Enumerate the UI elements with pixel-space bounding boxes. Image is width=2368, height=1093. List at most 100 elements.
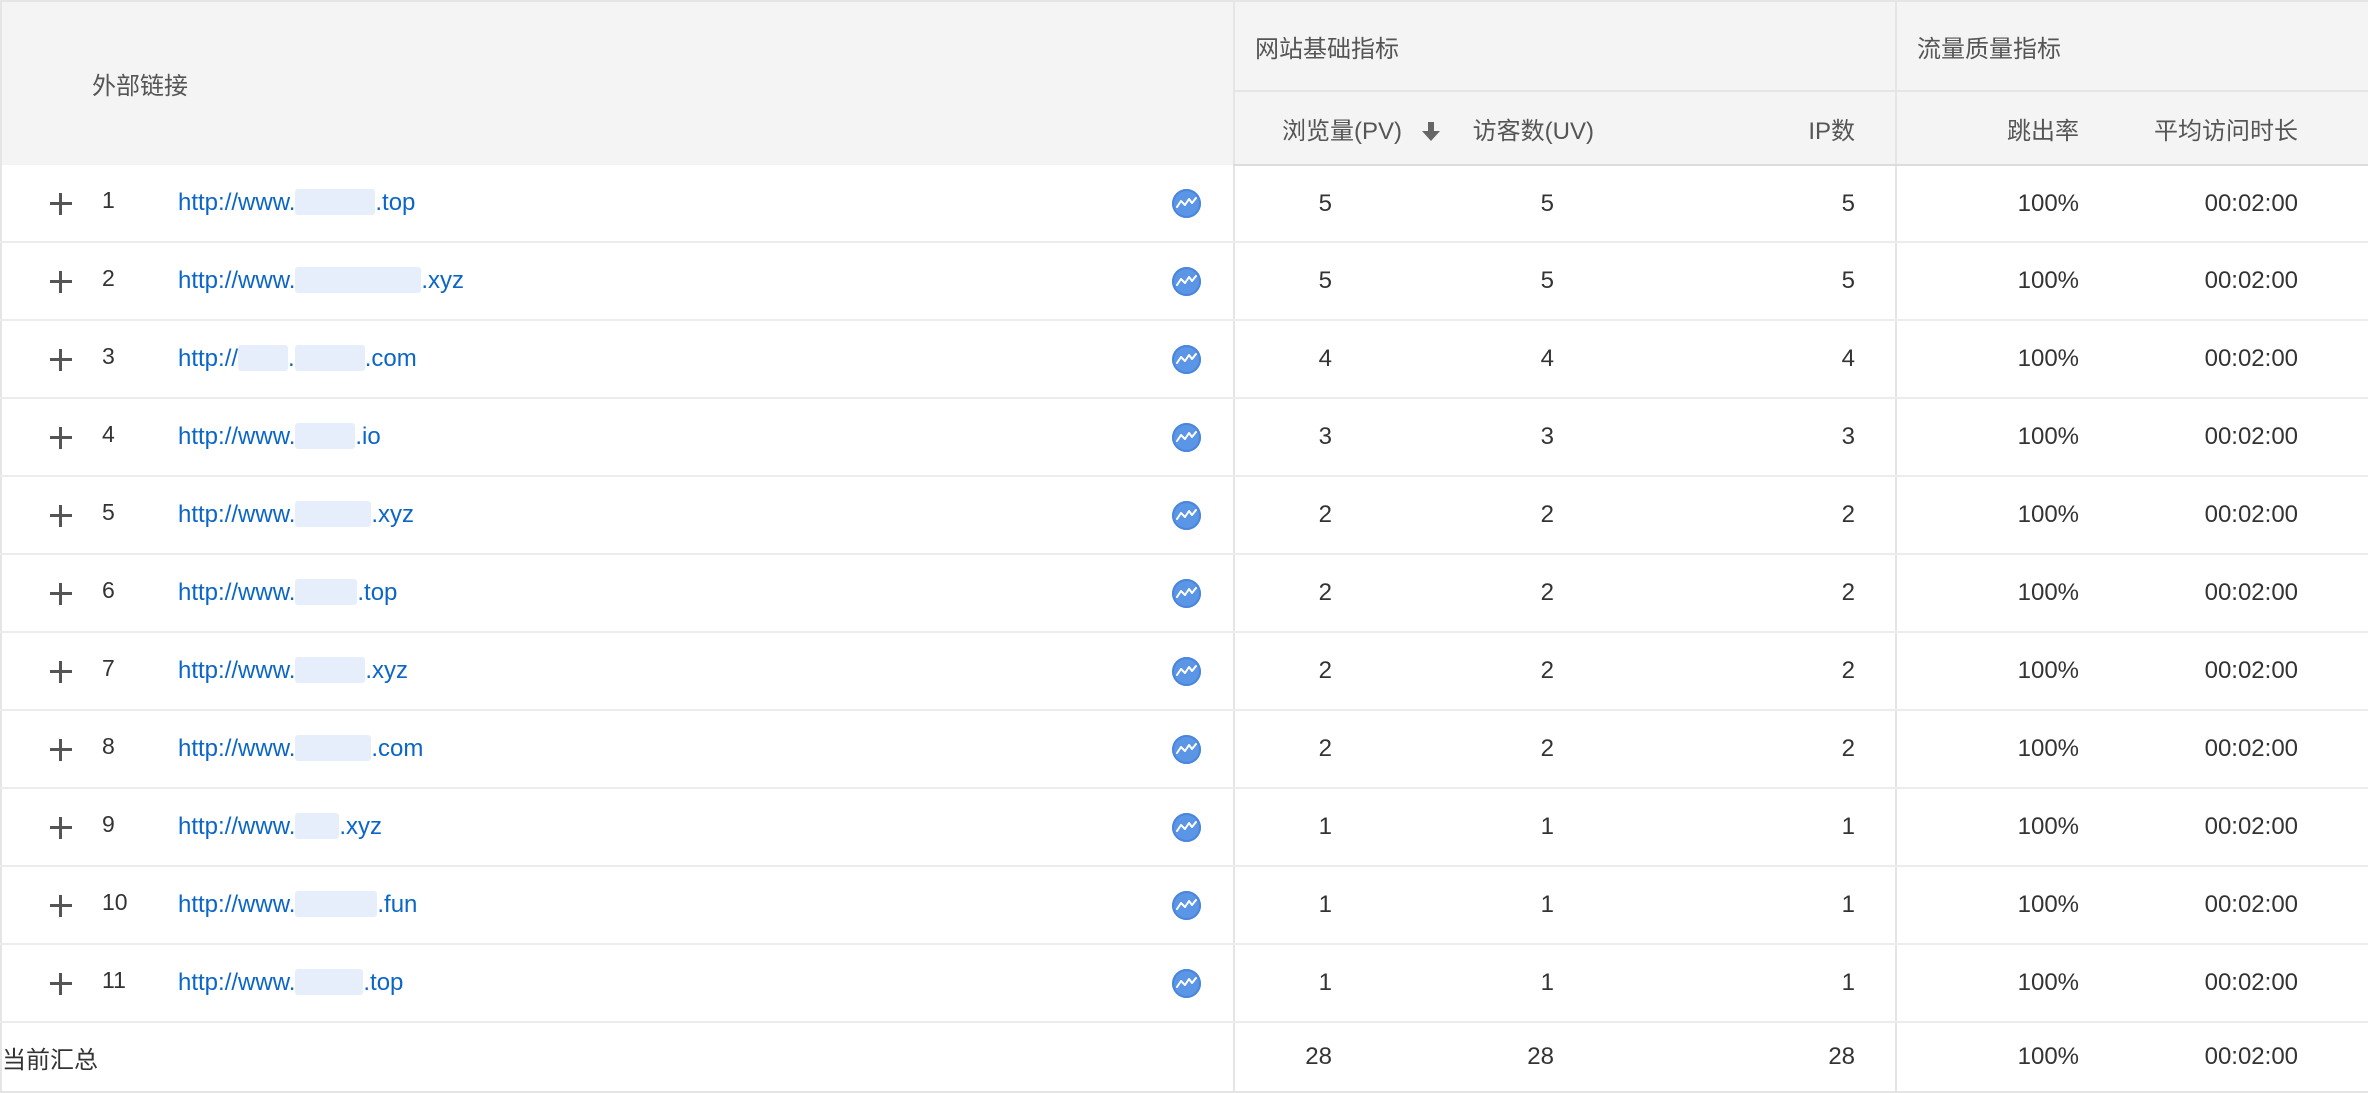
link-cell: 7 http://www. .xyz — [0, 632, 1234, 711]
header-external-link: 外部链接 — [0, 0, 1234, 165]
cell-ip: 4 — [1664, 320, 1897, 399]
cell-ip: 5 — [1664, 165, 1897, 243]
url-prefix: http://www. — [178, 813, 296, 840]
trend-chart-icon[interactable] — [1172, 267, 1201, 296]
expand-plus-icon[interactable] — [50, 427, 72, 449]
trend-chart-icon[interactable] — [1172, 579, 1201, 608]
header-avg-duration[interactable]: 平均访问时长 — [2137, 90, 2368, 166]
expand-plus-icon[interactable] — [50, 973, 72, 995]
row-rank: 10 — [102, 889, 128, 915]
header-uv[interactable]: 访客数(UV) — [1464, 90, 1664, 166]
cell-bounce-rate: 100% — [1895, 866, 2138, 945]
cell-pv: 1 — [1233, 788, 1464, 867]
external-link-url[interactable]: http://www. .com — [178, 735, 423, 763]
header-bounce-rate[interactable]: 跳出率 — [1895, 90, 2138, 166]
trend-chart-glyph — [1176, 509, 1197, 520]
expand-plus-icon[interactable] — [50, 271, 72, 293]
trend-chart-glyph — [1176, 665, 1197, 676]
url-prefix: http://www. — [178, 969, 296, 996]
trend-chart-icon[interactable] — [1172, 891, 1201, 920]
expand-plus-icon[interactable] — [50, 349, 72, 371]
expand-plus-icon[interactable] — [50, 583, 72, 605]
cell-uv: 3 — [1464, 398, 1664, 477]
trend-chart-icon[interactable] — [1172, 189, 1201, 218]
trend-chart-icon[interactable] — [1172, 657, 1201, 686]
masked-domain — [295, 423, 356, 449]
expand-plus-icon[interactable] — [50, 661, 72, 683]
row-rank: 8 — [102, 733, 115, 759]
expand-plus-icon[interactable] — [50, 739, 72, 761]
cell-bounce-rate: 100% — [1895, 398, 2138, 477]
trend-chart-glyph — [1176, 197, 1197, 208]
cell-uv: 5 — [1464, 242, 1664, 321]
url-prefix: http://www. — [178, 579, 296, 606]
cell-ip: 2 — [1664, 632, 1897, 711]
external-link-url[interactable]: http://www. .xyz — [178, 267, 464, 295]
row-rank: 4 — [102, 421, 115, 447]
external-link-url[interactable]: http://www. .top — [178, 579, 397, 607]
url-suffix: .xyz — [371, 501, 415, 528]
link-cell: 5 http://www. .xyz — [0, 476, 1234, 555]
external-link-url[interactable]: http://www. .top — [178, 189, 415, 217]
link-cell: 10 http://www. .fun — [0, 866, 1234, 945]
masked-domain — [295, 657, 366, 683]
table-row: 1 http://www. .top 5 5 5 100% 00:02:00 — [0, 165, 2368, 243]
link-cell-inner: 1 http://www. .top — [2, 165, 1233, 241]
link-cell-inner: 6 http://www. .top — [2, 555, 1233, 631]
total-pv: 28 — [1233, 1022, 1464, 1093]
sort-desc-arrow-icon[interactable] — [1422, 121, 1440, 142]
external-link-url[interactable]: http://www. .xyz — [178, 657, 408, 685]
cell-bounce-rate: 100% — [1895, 944, 2138, 1023]
external-link-url[interactable]: http://www. .xyz — [178, 813, 382, 841]
masked-domain — [294, 345, 365, 371]
table-row: 2 http://www. .xyz 5 5 5 100% 00:02:00 — [0, 242, 2368, 321]
trend-chart-icon[interactable] — [1172, 969, 1201, 998]
total-avg-duration: 00:02:00 — [2137, 1022, 2368, 1093]
cell-pv: 4 — [1233, 320, 1464, 399]
cell-pv: 1 — [1233, 944, 1464, 1023]
external-link-url[interactable]: http://www. .io — [178, 423, 381, 451]
cell-uv: 2 — [1464, 632, 1664, 711]
cell-uv: 2 — [1464, 476, 1664, 555]
external-link-url[interactable]: http://www. .xyz — [178, 501, 414, 529]
trend-chart-icon[interactable] — [1172, 423, 1201, 452]
link-cell: 9 http://www. .xyz — [0, 788, 1234, 867]
expand-plus-icon[interactable] — [50, 895, 72, 917]
table-row: 4 http://www. .io 3 3 3 100% 00:02:00 — [0, 398, 2368, 477]
trend-chart-icon[interactable] — [1172, 735, 1201, 764]
url-suffix: .com — [371, 735, 424, 762]
table-row: 8 http://www. .com 2 2 2 100% 00:02:00 — [0, 710, 2368, 789]
cell-avg-duration: 00:02:00 — [2137, 165, 2368, 243]
table-row: 7 http://www. .xyz 2 2 2 100% 00:02:00 — [0, 632, 2368, 711]
external-link-url[interactable]: http://www. .fun — [178, 891, 417, 919]
url-prefix: http://www. — [178, 735, 296, 762]
cell-pv: 2 — [1233, 710, 1464, 789]
external-link-url[interactable]: http://. .com — [178, 345, 417, 373]
header-pv[interactable]: 浏览量(PV) — [1233, 90, 1464, 166]
cell-bounce-rate: 100% — [1895, 554, 2138, 633]
url-dot: . — [288, 345, 295, 372]
total-label: 当前汇总 — [0, 1022, 1234, 1093]
cell-uv: 5 — [1464, 165, 1664, 243]
expand-plus-icon[interactable] — [50, 817, 72, 839]
expand-plus-icon[interactable] — [50, 193, 72, 215]
external-link-url[interactable]: http://www. .top — [178, 969, 403, 997]
cell-uv: 1 — [1464, 944, 1664, 1023]
link-cell: 4 http://www. .io — [0, 398, 1234, 477]
expand-plus-icon[interactable] — [50, 505, 72, 527]
trend-chart-icon[interactable] — [1172, 345, 1201, 374]
trend-chart-icon[interactable] — [1172, 813, 1201, 842]
url-suffix: .top — [363, 969, 404, 996]
trend-chart-icon[interactable] — [1172, 501, 1201, 530]
url-suffix: .com — [364, 345, 417, 372]
row-rank: 9 — [102, 811, 115, 837]
cell-avg-duration: 00:02:00 — [2137, 554, 2368, 633]
cell-pv: 2 — [1233, 554, 1464, 633]
link-cell-inner: 11 http://www. .top — [2, 945, 1233, 1021]
header-ip[interactable]: IP数 — [1664, 90, 1897, 166]
masked-domain — [295, 579, 358, 605]
masked-domain — [238, 345, 289, 371]
cell-bounce-rate: 100% — [1895, 242, 2138, 321]
cell-pv: 1 — [1233, 866, 1464, 945]
link-cell: 2 http://www. .xyz — [0, 242, 1234, 321]
